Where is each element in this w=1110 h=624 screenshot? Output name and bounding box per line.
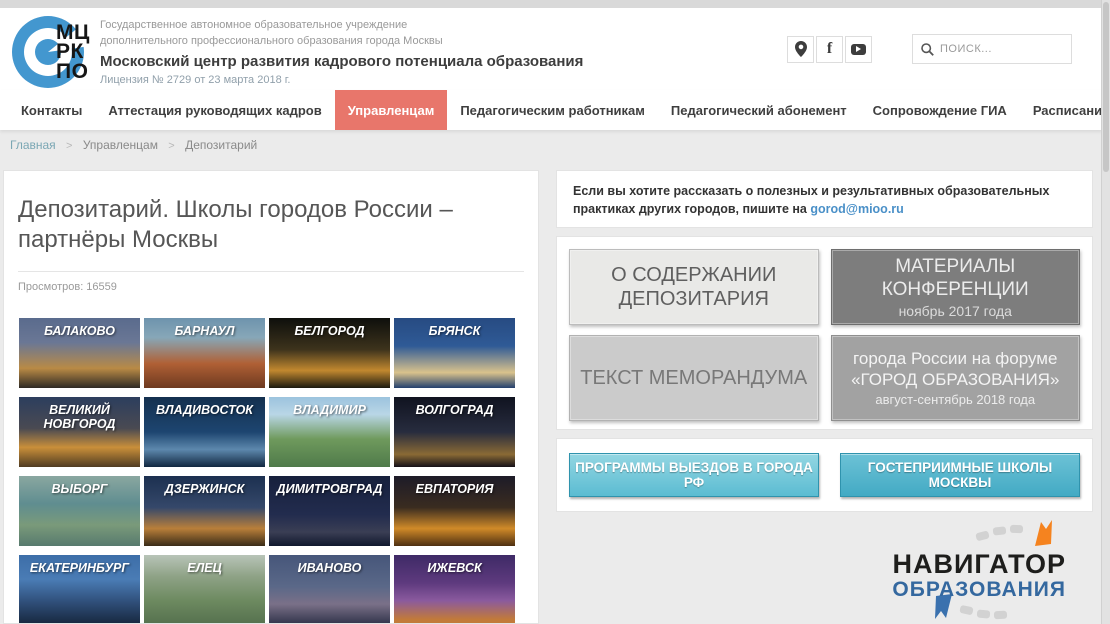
city-tile-label: БАЛАКОВО — [44, 324, 115, 338]
breadcrumb-upravlencam[interactable]: Управленцам — [83, 138, 158, 152]
city-tile-label: БАРНАУЛ — [174, 324, 235, 338]
city-tile-label: ИЖЕВСК — [427, 561, 482, 575]
city-tile[interactable]: ДИМИТРОВГРАД — [269, 476, 390, 546]
nav-item-ped-rabotnikam[interactable]: Педагогическим работникам — [447, 90, 658, 130]
notice-box: Если вы хотите рассказать о полезных и р… — [556, 170, 1093, 228]
city-tile-label: ВЕЛИКИЙ НОВГОРОД — [43, 403, 116, 431]
top-strip — [0, 0, 1110, 8]
breadcrumb-separator: > — [168, 140, 175, 152]
city-tile-label: ВЫБОРГ — [51, 482, 108, 496]
facebook-icon[interactable]: f — [816, 35, 843, 63]
city-tile[interactable]: БРЯНСК — [394, 318, 515, 388]
city-tile[interactable]: ЕВПАТОРИЯ — [394, 476, 515, 546]
org-line-1: Государственное автономное образовательн… — [100, 19, 408, 31]
views-counter: Просмотров: 16559 — [18, 281, 117, 293]
city-tile[interactable]: ВЛАДИВОСТОК — [144, 397, 265, 467]
city-tile[interactable]: БЕЛГОРОД — [269, 318, 390, 388]
notice-email-link[interactable]: gorod@mioo.ru — [810, 202, 903, 216]
teal-buttons-box: ПРОГРАММЫ ВЫЕЗДОВ В ГОРОДА РФ ГОСТЕПРИИМ… — [556, 438, 1093, 512]
forum-cities-button[interactable]: города России на форуме «ГОРОД ОБРАЗОВАН… — [830, 335, 1080, 421]
city-tile[interactable]: ИЖЕВСК — [394, 555, 515, 623]
city-tile[interactable]: ИВАНОВО — [269, 555, 390, 623]
city-tile-label: БЕЛГОРОД — [294, 324, 365, 338]
city-tile[interactable]: ЕКАТЕРИНБУРГ — [19, 555, 140, 623]
city-tile-label: ВОЛГОГРАД — [415, 403, 494, 417]
city-tile-label: ДЗЕРЖИНСК — [164, 482, 245, 496]
mcrkpo-logo-text: МЦ РК ПО — [56, 21, 90, 83]
sidebar: Если вы хотите рассказать о полезных и р… — [556, 170, 1093, 512]
city-tile-label: ВЛАДИВОСТОК — [156, 403, 253, 417]
youtube-icon[interactable] — [845, 35, 872, 63]
search-icon — [921, 42, 934, 56]
city-tile[interactable]: ВЕЛИКИЙ НОВГОРОД — [19, 397, 140, 467]
depositary-buttons-box: О СОДЕРЖАНИИ ДЕПОЗИТАРИЯ МАТЕРИАЛЫ КОНФЕ… — [556, 236, 1093, 430]
city-tile[interactable]: ДЗЕРЖИНСК — [144, 476, 265, 546]
content-panel: Депозитарий. Школы городов России – парт… — [3, 170, 539, 624]
city-tile-label: ЕВПАТОРИЯ — [415, 482, 494, 496]
breadcrumb-separator: > — [66, 140, 73, 152]
memorandum-text-button[interactable]: ТЕКСТ МЕМОРАНДУМА — [569, 335, 819, 421]
search-input[interactable] — [940, 43, 1060, 55]
page-title: Депозитарий. Школы городов России – парт… — [18, 196, 453, 253]
city-tile[interactable]: ВОЛГОГРАД — [394, 397, 515, 467]
city-tile[interactable]: ВЫБОРГ — [19, 476, 140, 546]
nav-item-kontakty[interactable]: Контакты — [8, 90, 95, 130]
city-tile[interactable]: БАРНАУЛ — [144, 318, 265, 388]
nav-item-upravlencam[interactable]: Управленцам — [334, 90, 448, 130]
breadcrumb-home[interactable]: Главная — [10, 138, 56, 152]
main-nav: Контакты Аттестация руководящих кадров У… — [0, 90, 1109, 130]
title-divider — [18, 271, 524, 272]
license-line: Лицензия № 2729 от 23 марта 2018 г. — [100, 73, 291, 86]
city-tile[interactable]: ВЛАДИМИР — [269, 397, 390, 467]
org-info: Государственное автономное образовательн… — [100, 18, 583, 86]
city-tile-label: ЕЛЕЦ — [187, 561, 222, 575]
city-tile[interactable]: ЕЛЕЦ — [144, 555, 265, 623]
site-header: МЦ РК ПО Государственное автономное обра… — [0, 8, 1102, 90]
navigator-obrazovaniya-logo[interactable]: НАВИГАТОР ОБРАЗОВАНИЯ — [880, 518, 1070, 622]
orange-arrow-icon — [1035, 520, 1052, 546]
nav-item-raspisanie[interactable]: Расписание — [1020, 90, 1110, 130]
page: МЦ РК ПО Государственное автономное обра… — [0, 0, 1110, 624]
navigator-logo-art: НАВИГАТОР ОБРАЗОВАНИЯ — [892, 520, 1067, 620]
breadcrumb: Главная > Управленцам > Депозитарий — [10, 138, 257, 152]
scrollbar-thumb[interactable] — [1103, 2, 1109, 172]
site-logo[interactable]: МЦ РК ПО — [12, 16, 90, 88]
city-tile-label: ДИМИТРОВГРАД — [276, 482, 383, 496]
nav-item-attestacia[interactable]: Аттестация руководящих кадров — [95, 90, 334, 130]
org-name: Московский центр развития кадрового поте… — [100, 52, 584, 70]
city-tile[interactable]: БАЛАКОВО — [19, 318, 140, 388]
city-grid: БАЛАКОВО БАРНАУЛ БЕЛГОРОД БРЯНСК ВЕЛИКИЙ… — [19, 318, 538, 623]
city-tile-label: БРЯНСК — [428, 324, 481, 338]
navigator-logo-line1: НАВИГАТОР — [893, 549, 1067, 579]
nav-item-ped-abonement[interactable]: Педагогический абонемент — [658, 90, 860, 130]
about-depositary-button[interactable]: О СОДЕРЖАНИИ ДЕПОЗИТАРИЯ — [569, 249, 819, 325]
breadcrumb-current: Депозитарий — [185, 138, 258, 152]
navigator-logo-line2: ОБРАЗОВАНИЯ — [892, 578, 1066, 601]
nav-item-gia[interactable]: Сопровождение ГИА — [860, 90, 1020, 130]
header-right: f — [787, 34, 1072, 64]
city-tile-label: ЕКАТЕРИНБУРГ — [29, 561, 130, 575]
trips-programs-button[interactable]: ПРОГРАММЫ ВЫЕЗДОВ В ГОРОДА РФ — [569, 453, 819, 497]
hospitable-schools-button[interactable]: ГОСТЕПРИИМНЫЕ ШКОЛЫ МОСКВЫ — [840, 453, 1080, 497]
location-icon[interactable] — [787, 35, 814, 63]
city-tile-label: ВЛАДИМИР — [293, 403, 366, 417]
conference-materials-button[interactable]: МАТЕРИАЛЫ КОНФЕРЕНЦИИ ноябрь 2017 года — [830, 249, 1080, 325]
org-line-2: дополнительного профессионального образо… — [100, 34, 443, 47]
city-tile-label: ИВАНОВО — [297, 561, 362, 575]
search-box — [912, 34, 1072, 64]
scrollbar[interactable] — [1101, 0, 1110, 624]
